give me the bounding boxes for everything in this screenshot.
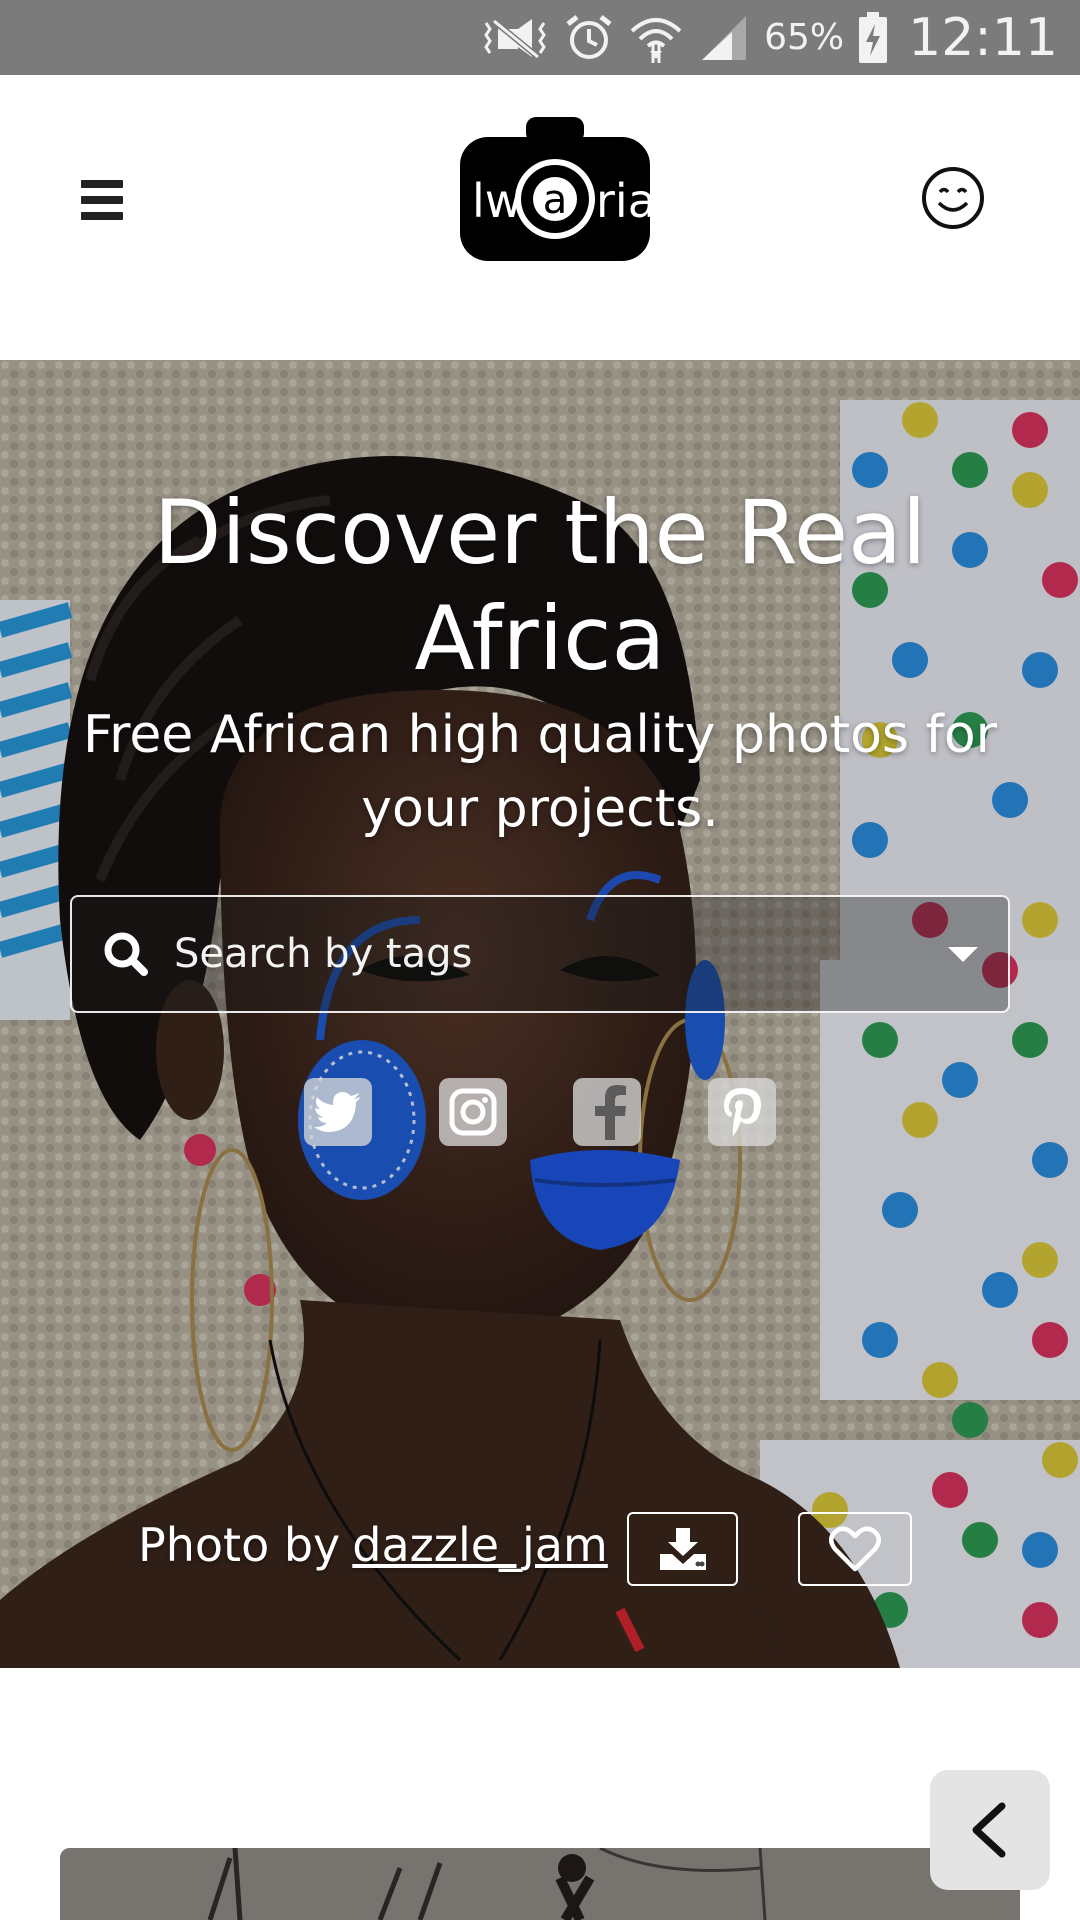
photo-card-image bbox=[60, 1848, 1020, 1920]
search-input[interactable] bbox=[156, 897, 948, 1011]
credit-prefix: Photo by bbox=[138, 1518, 341, 1572]
chevron-down-icon[interactable] bbox=[948, 946, 978, 962]
facebook-icon[interactable] bbox=[573, 1078, 642, 1146]
hero-title: Discover the Real Africa bbox=[153, 481, 927, 690]
wifi-icon bbox=[628, 13, 684, 63]
svg-text:a: a bbox=[543, 177, 568, 223]
hero-subtitle: Free African high quality photos for you… bbox=[82, 705, 998, 839]
social-links bbox=[304, 1078, 776, 1148]
instagram-icon[interactable] bbox=[438, 1078, 507, 1146]
svg-text:ria: ria bbox=[596, 174, 652, 228]
download-icon bbox=[659, 1528, 706, 1570]
account-button[interactable] bbox=[920, 165, 986, 231]
battery-charging-icon bbox=[858, 11, 888, 64]
search-icon bbox=[104, 932, 148, 976]
pinterest-icon[interactable] bbox=[707, 1078, 776, 1146]
hero-section: Discover the Real Africa Free African hi… bbox=[0, 360, 1080, 1668]
credit-text: Photo by dazzle_jam bbox=[138, 1518, 608, 1572]
app-header: a lw ria lwaria bbox=[0, 75, 1080, 360]
hamburger-menu-icon bbox=[68, 170, 136, 220]
alarm-icon bbox=[564, 14, 614, 62]
download-button[interactable] bbox=[627, 1512, 738, 1586]
photo-card-preview[interactable] bbox=[60, 1848, 1020, 1920]
credit-author-link[interactable]: dazzle_jam bbox=[352, 1518, 608, 1572]
menu-button[interactable] bbox=[68, 170, 136, 230]
favorite-button[interactable] bbox=[798, 1512, 912, 1586]
twitter-icon[interactable] bbox=[304, 1078, 372, 1146]
heart-icon bbox=[829, 1526, 881, 1572]
cellular-signal-icon bbox=[698, 14, 750, 62]
logo[interactable]: a lw ria lwaria bbox=[458, 117, 652, 263]
tag-search[interactable] bbox=[70, 895, 1010, 1013]
photo-credit: Photo by dazzle_jam bbox=[0, 1512, 1080, 1590]
back-button[interactable] bbox=[930, 1770, 1050, 1890]
svg-text:lw: lw bbox=[472, 174, 522, 228]
vibrate-icon bbox=[480, 15, 550, 61]
smiley-account-icon bbox=[922, 167, 984, 229]
status-bar: 65% 12:11 bbox=[0, 0, 1080, 75]
battery-percent: 65% bbox=[764, 17, 845, 58]
status-clock: 12:11 bbox=[908, 7, 1058, 68]
camera-logo-icon: a lw ria bbox=[460, 117, 652, 261]
chevron-left-icon bbox=[972, 1802, 1006, 1858]
